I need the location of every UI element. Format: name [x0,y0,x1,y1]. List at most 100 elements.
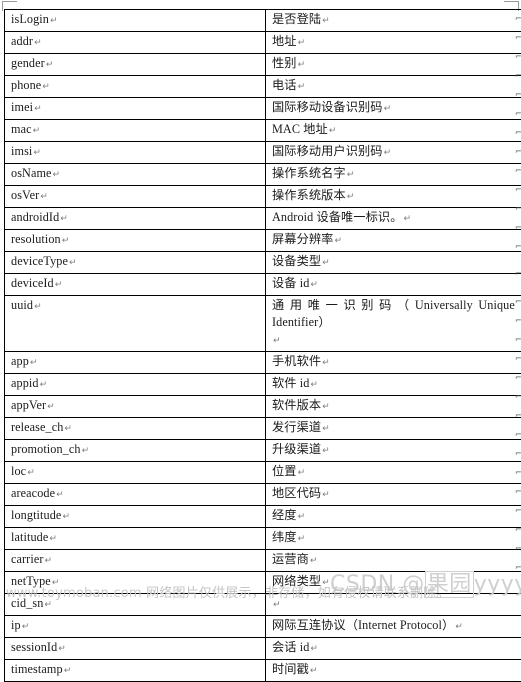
field-description-cell: 操作系统版本↵ [266,186,521,208]
table-row: osVer↵操作系统版本↵ [5,186,521,208]
table-row: isLogin↵是否登陆↵ [5,10,521,32]
field-description-token: 别 [361,297,373,314]
paragraph-mark-icon: ↵ [63,424,72,434]
field-description-text: 软件版本 [272,398,321,412]
paragraph-mark-icon: ↵ [55,490,64,500]
table-row: app↵手机软件↵ [5,352,521,374]
field-description-cell: 屏幕分辨率↵ [266,230,521,252]
field-description-cell: 经度↵ [266,506,521,528]
field-name-text: imei [11,100,33,114]
field-name-cell: osName↵ [5,164,266,186]
paragraph-mark-icon: ↵ [41,82,50,92]
field-description-cell: 软件版本↵ [266,396,521,418]
field-name-text: timestamp [11,662,63,676]
paragraph-mark-icon: ↵ [321,446,330,456]
field-description-text: 性别 [272,56,297,70]
paragraph-mark-icon: ↵ [44,556,53,566]
table-row: ip↵网际互连协议（Internet Protocol）↵ [5,616,521,638]
table-row: appVer↵软件版本↵ [5,396,521,418]
field-description-token: Universally [415,297,473,314]
field-description-token: Android [272,210,316,224]
paragraph-mark-icon: ↵ [383,104,392,114]
field-name-text: netType [11,574,51,588]
table-row: resolution↵屏幕分辨率↵ [5,230,521,252]
table-row: imsi↵国际移动用户识别码↵ [5,142,521,164]
paragraph-mark-icon: ↵ [309,666,318,676]
field-name-cell: deviceId↵ [5,274,266,296]
field-name-cell: app↵ [5,352,266,374]
paragraph-mark-icon: ↵ [309,380,318,390]
paragraph-mark-icon: ↵ [21,622,30,632]
paragraph-mark-icon: ↵ [321,358,330,368]
paragraph-mark-icon: ↵ [346,192,355,202]
field-name-cell: netType↵ [5,572,266,594]
field-name-cell: appVer↵ [5,396,266,418]
paragraph-mark-icon: ↵ [402,214,411,224]
paragraph-mark-icon: ↵ [328,126,337,136]
field-description-cell: 纬度↵ [266,528,521,550]
field-name-text: addr [11,34,33,48]
field-description-cell: 国际移动用户识别码↵ [266,142,521,164]
field-description-token: 唯 [308,297,320,314]
paragraph-mark-icon: ↵ [321,578,330,588]
field-name-cell: appid↵ [5,374,266,396]
field-name-text: deviceId [11,276,54,290]
table-row: uuid↵通用唯一识别码（UniversallyUniqueIdentifier… [5,296,521,352]
paragraph-mark-icon: ↵ [297,512,306,522]
paragraph-mark-icon: ↵ [272,600,281,610]
field-name-text: cid_sn [11,596,43,610]
paragraph-mark-icon: ↵ [63,666,72,676]
document-page: isLogin↵是否登陆↵addr↵地址↵gender↵性别↵phone↵电话↵… [0,0,521,601]
table-row: timestamp↵时间戳↵ [5,660,521,682]
field-description-cell: 设备 id↵ [266,274,521,296]
field-name-text: osName [11,166,52,180]
paragraph-mark-icon: ↵ [26,468,35,478]
table-row: addr↵地址↵ [5,32,521,54]
paragraph-mark-icon: ↵ [81,446,90,456]
table-row: longtitude↵经度↵ [5,506,521,528]
field-name-cell: promotion_ch↵ [5,440,266,462]
table-row: latitude↵纬度↵ [5,528,521,550]
paragraph-mark-icon: ↵ [29,358,38,368]
field-description-text: 设备类型 [272,254,321,268]
field-description-cell: 发行渠道↵ [266,418,521,440]
field-description-text: 电话 [272,78,297,92]
field-name-text: appid [11,376,39,390]
paragraph-mark-icon: ↵ [297,60,306,70]
field-description-token: MAC [272,122,303,136]
paragraph-mark-icon: ↵ [33,302,42,312]
table-row: areacode↵地区代码↵ [5,484,521,506]
table-row: appid↵软件 id↵ [5,374,521,396]
field-description-cell: 网际互连协议（Internet Protocol）↵ [266,616,521,638]
paragraph-mark-icon: ↵ [54,280,63,290]
field-description-token: 网际互连协议（ [272,618,358,632]
field-description-text: 屏幕分辨率 [272,232,333,246]
field-name-cell: sessionId↵ [5,638,266,660]
field-description-text: 纬度 [272,530,297,544]
field-name-text: appVer [11,398,46,412]
field-name-cell: addr↵ [5,32,266,54]
paragraph-mark-icon: ↵ [43,600,52,610]
table-row: deviceId↵设备 id↵ [5,274,521,296]
field-name-text: phone [11,78,41,92]
field-name-cell: imsi↵ [5,142,266,164]
paragraph-mark-icon: ↵ [33,38,42,48]
paragraph-mark-icon: ↵ [52,170,61,180]
paragraph-mark-icon: ↵ [51,578,60,588]
field-name-text: sessionId [11,640,57,654]
field-description-cell: 地区代码↵ [266,484,521,506]
paragraph-mark-icon: ↵ [272,336,281,346]
field-description-token: 设备唯一标识。 [316,210,402,224]
table-row: release_ch↵发行渠道↵ [5,418,521,440]
field-description-cell: Android 设备唯一标识。↵ [266,208,521,230]
field-description-cell: 网络类型↵ [266,572,521,594]
field-description-token: （ [397,297,409,314]
table-row: osName↵操作系统名字↵ [5,164,521,186]
table-row: carrier↵运营商↵ [5,550,521,572]
paragraph-mark-icon: ↵ [49,16,58,26]
field-description-token: ） [442,618,454,632]
field-description-token: 会话 [272,640,297,654]
field-description-text: 网际互连协议（Internet Protocol） [272,618,454,632]
paragraph-mark-icon: ↵ [46,402,55,412]
field-description-cell: 是否登陆↵ [266,10,521,32]
